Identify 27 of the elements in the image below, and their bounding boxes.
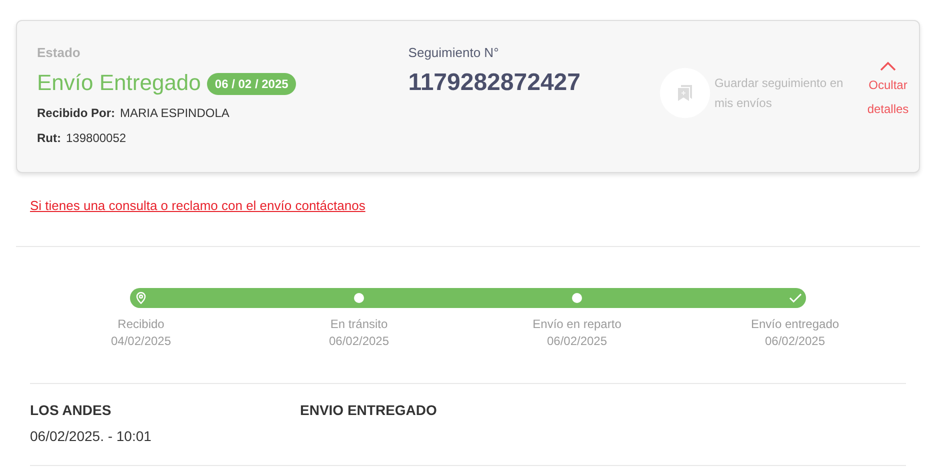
rut-value: 139800052	[66, 130, 126, 146]
contact-link[interactable]: Si tienes una consulta o reclamo con el envío contáctanos	[30, 198, 366, 213]
tracking-number: 1179282872427	[408, 68, 582, 98]
bookmark-add-icon	[677, 84, 694, 102]
step-date: 06/02/2025	[328, 333, 390, 349]
step-date: 06/02/2025	[764, 333, 826, 349]
delivery-status: Envío Entregado	[37, 68, 201, 97]
save-tracking-button[interactable]: Guardar seguimiento en mis envíos	[660, 68, 863, 118]
event-description: ENVIO ENTREGADO	[300, 401, 437, 420]
tracking-label: Seguimiento N°	[408, 44, 500, 62]
step-date: 04/02/2025	[110, 333, 172, 349]
event-location: LOS ANDES	[30, 401, 112, 420]
received-by-name: MARIA ESPINDOLA	[120, 104, 230, 122]
received-by-label: Recibido Por:	[37, 104, 116, 122]
chevron-up-icon	[880, 61, 896, 71]
step-label: Recibido	[118, 316, 164, 332]
date-badge: 06 / 02 / 2025	[206, 72, 296, 94]
hide-details-button[interactable]: Ocultar detalles	[863, 61, 913, 121]
event-datetime: 06/02/2025. - 10:01	[30, 427, 152, 446]
status-label: Estado	[37, 44, 82, 62]
step-label: En tránsito	[330, 316, 388, 332]
rut-label: Rut:	[37, 130, 61, 146]
step-label: Envío en reparto	[532, 316, 622, 332]
step-date: 06/02/2025	[546, 333, 608, 349]
location-pin-icon	[136, 292, 146, 304]
step-label: Envío entregado	[750, 316, 840, 332]
check-icon	[788, 293, 802, 303]
